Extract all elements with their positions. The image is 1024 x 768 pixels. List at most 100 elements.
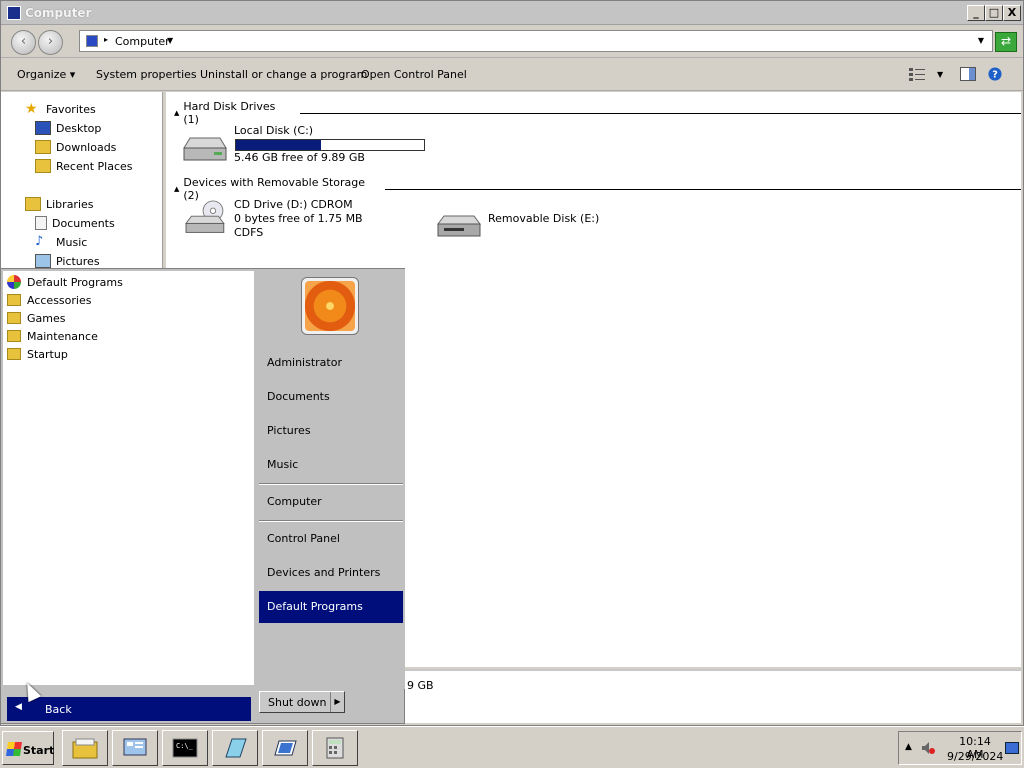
chevron-down-icon[interactable]: ▼ <box>167 36 173 45</box>
address-bar: ‹ › ▸ Computer ▼ ▼ ⇄ <box>1 26 1023 58</box>
default-programs-icon <box>7 275 21 289</box>
folder-icon <box>7 348 21 360</box>
start-item-default-programs[interactable]: Default Programs <box>259 591 403 623</box>
user-picture[interactable] <box>301 277 359 335</box>
open-control-panel-button[interactable]: Open Control Panel <box>361 68 467 81</box>
taskbar-remote-desktop[interactable] <box>262 730 308 766</box>
sidebar-item-desktop[interactable]: Desktop <box>35 121 101 135</box>
taskbar-notepad[interactable] <box>212 730 258 766</box>
recent-places-icon <box>35 159 51 173</box>
forward-arrow-icon[interactable]: › <box>38 30 63 55</box>
folder-icon <box>7 312 21 324</box>
taskbar: Start C:\_ ▲ 10:14 AM 9/29/2024 <box>0 726 1024 768</box>
start-item-devices-and-printers[interactable]: Devices and Printers <box>259 557 403 589</box>
drive-name: CD Drive (D:) CDROM <box>234 198 353 211</box>
svg-text:C:\_: C:\_ <box>176 742 194 750</box>
drive-name: Local Disk (C:) <box>234 124 314 137</box>
organize-button[interactable]: Organize ▾ <box>17 68 75 81</box>
drive-local-disk-c[interactable]: Local Disk (C:) 5.46 GB free of 9.89 GB <box>180 124 430 166</box>
maximize-button[interactable]: □ <box>985 5 1003 21</box>
preview-pane-icon[interactable] <box>960 67 976 81</box>
program-folder-accessories[interactable]: Accessories <box>7 291 91 309</box>
libraries-icon <box>25 197 41 211</box>
group-header-hard-disk-drives[interactable]: ▲ Hard Disk Drives (1) <box>174 100 1021 126</box>
file-explorer-icon <box>72 738 98 759</box>
back-button[interactable]: ◀ Back <box>7 697 251 721</box>
folder-icon <box>7 294 21 306</box>
shut-down-button[interactable]: Shut down ▶ <box>259 691 345 713</box>
computer-icon <box>86 35 98 47</box>
drive-usage-bar <box>235 139 425 151</box>
sidebar-item-pictures[interactable]: Pictures <box>35 254 100 268</box>
drive-free-space: 5.46 GB free of 9.89 GB <box>234 151 365 164</box>
desktop-icon <box>35 121 51 135</box>
taskbar-command-prompt[interactable]: C:\_ <box>162 730 208 766</box>
collapse-icon[interactable]: ▲ <box>174 109 179 117</box>
back-arrow-icon: ◀ <box>15 702 22 712</box>
details-text: 9 GB <box>407 679 434 692</box>
minimize-button[interactable]: _ <box>967 5 985 21</box>
view-dropdown-icon[interactable]: ▼ <box>937 70 943 79</box>
star-icon: ★ <box>25 101 38 117</box>
program-folder-startup[interactable]: Startup <box>7 345 68 363</box>
clock-date[interactable]: 9/29/2024 <box>947 750 1003 763</box>
sidebar-item-libraries[interactable]: Libraries <box>25 197 94 211</box>
svg-text:?: ? <box>992 70 998 81</box>
navigation-pane: ★ Favorites Desktop Downloads Recent Pla… <box>1 92 163 270</box>
calculator-icon <box>326 737 344 759</box>
start-item-computer[interactable]: Computer <box>259 486 403 518</box>
sidebar-item-downloads[interactable]: Downloads <box>35 140 116 154</box>
sidebar-item-music[interactable]: ♪ Music <box>35 235 87 249</box>
taskbar-calculator[interactable] <box>312 730 358 766</box>
music-note-icon: ♪ <box>35 234 44 249</box>
server-manager-icon <box>123 738 147 756</box>
menu-separator <box>259 483 403 485</box>
hard-drive-icon <box>183 137 227 161</box>
start-menu: Default Programs Accessories Games Maint… <box>0 268 405 724</box>
all-programs-list: Default Programs Accessories Games Maint… <box>3 271 254 685</box>
change-view-icon[interactable] <box>909 67 925 81</box>
sidebar-item-documents[interactable]: Documents <box>35 216 115 230</box>
documents-icon <box>35 216 47 230</box>
uninstall-program-button[interactable]: Uninstall or change a program <box>200 68 367 81</box>
address-dropdown-icon[interactable]: ▼ <box>978 36 984 45</box>
drive-cd-d[interactable]: CD Drive (D:) CDROM 0 bytes free of 1.75… <box>180 198 400 246</box>
system-properties-button[interactable]: System properties <box>96 68 197 81</box>
breadcrumb-separator-icon[interactable]: ▸ <box>104 35 108 44</box>
start-item-control-panel[interactable]: Control Panel <box>259 523 403 555</box>
cd-drive-icon <box>185 200 225 233</box>
start-item-documents[interactable]: Documents <box>259 381 403 413</box>
program-folder-maintenance[interactable]: Maintenance <box>7 327 98 345</box>
program-folder-games[interactable]: Games <box>7 309 65 327</box>
start-item-music[interactable]: Music <box>259 449 403 481</box>
drive-file-system: CDFS <box>234 226 264 239</box>
collapse-icon[interactable]: ▲ <box>174 185 179 193</box>
volume-muted-icon[interactable] <box>921 741 935 755</box>
start-item-administrator[interactable]: Administrator <box>259 347 403 379</box>
refresh-icon[interactable]: ⇄ <box>995 32 1017 52</box>
show-hidden-icons-icon[interactable]: ▲ <box>905 742 912 752</box>
sidebar-item-recent-places[interactable]: Recent Places <box>35 159 133 173</box>
close-button[interactable]: X <box>1003 5 1021 21</box>
pictures-icon <box>35 254 51 268</box>
command-bar: Organize ▾ System properties Uninstall o… <box>1 59 1023 91</box>
taskbar-explorer[interactable] <box>62 730 108 766</box>
folder-icon <box>7 330 21 342</box>
show-desktop-icon[interactable] <box>1005 742 1019 754</box>
start-item-pictures[interactable]: Pictures <box>259 415 403 447</box>
program-default-programs[interactable]: Default Programs <box>7 273 123 291</box>
computer-icon <box>7 6 21 20</box>
help-icon[interactable]: ? <box>987 67 1003 81</box>
divider <box>385 188 1021 190</box>
address-field[interactable]: ▸ Computer ▼ ▼ <box>79 30 993 52</box>
back-arrow-icon[interactable]: ‹ <box>11 30 36 55</box>
start-button[interactable]: Start <box>2 731 54 765</box>
sidebar-item-favorites[interactable]: ★ Favorites <box>25 102 96 116</box>
drive-removable-e[interactable]: Removable Disk (E:) <box>434 204 634 244</box>
drive-name: Removable Disk (E:) <box>488 212 600 225</box>
shutdown-options-icon[interactable]: ▶ <box>330 692 344 712</box>
divider <box>299 112 1021 114</box>
taskbar-server-manager[interactable] <box>112 730 158 766</box>
title-bar[interactable]: Computer _ □ X <box>1 1 1023 25</box>
breadcrumb-computer[interactable]: Computer <box>115 35 170 48</box>
